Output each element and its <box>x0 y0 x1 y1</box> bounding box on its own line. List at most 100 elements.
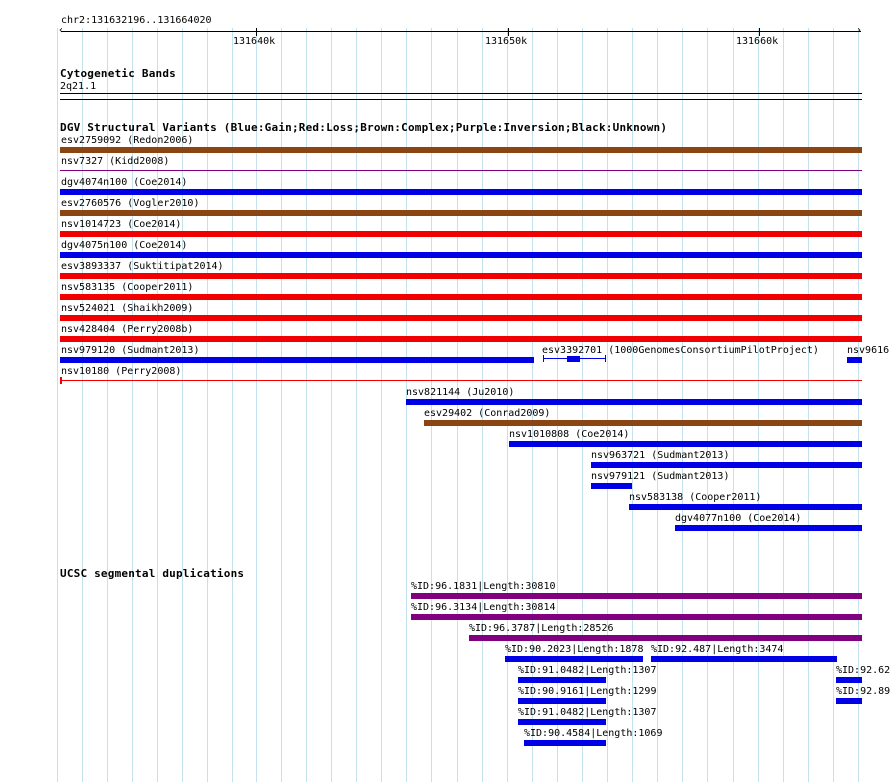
feature-label: %ID:92.62 <box>836 665 890 676</box>
ruler-tick-label: 131660k <box>736 36 779 47</box>
feature-bar[interactable] <box>469 635 862 641</box>
feature-bar[interactable] <box>836 677 862 683</box>
feature-label: nsv1010808 (Coe2014) <box>509 429 630 440</box>
ruler-tick <box>759 28 760 36</box>
grid-line <box>306 28 307 782</box>
feature-label: %ID:92.89 <box>836 686 890 697</box>
track-title: UCSC segmental duplications <box>60 567 245 580</box>
feature-label: nsv963721 (Sudmant2013) <box>591 450 730 461</box>
feature-label: nsv524021 (Shaikh2009) <box>61 303 194 314</box>
grid-line <box>808 28 809 782</box>
feature-bar[interactable] <box>518 698 606 704</box>
ruler-tick <box>256 28 257 36</box>
feature-bar[interactable] <box>543 355 544 362</box>
feature-label: nsv583135 (Cooper2011) <box>61 282 194 293</box>
feature-label: dgv4077n100 (Coe2014) <box>675 513 802 524</box>
feature-label: esv3392701 (1000GenomesConsortiumPilotPr… <box>542 345 819 356</box>
ruler-tick-label: 131640k <box>233 36 276 47</box>
feature-bar[interactable] <box>60 147 862 153</box>
grid-line <box>758 28 759 782</box>
feature-label: nsv979121 (Sudmant2013) <box>591 471 730 482</box>
grid-line <box>507 28 508 782</box>
track-title: DGV Structural Variants (Blue:Gain;Red:L… <box>60 121 668 134</box>
feature-label: %ID:90.9161|Length:1299 <box>518 686 657 697</box>
feature-label: nsv10180 (Perry2008) <box>61 366 182 377</box>
feature-bar[interactable] <box>60 357 534 363</box>
feature-bar[interactable] <box>651 656 837 662</box>
feature-label: nsv428404 (Perry2008b) <box>61 324 194 335</box>
feature-bar[interactable] <box>60 170 862 171</box>
grid-line <box>457 28 458 782</box>
feature-bar[interactable] <box>60 294 862 300</box>
feature-label: %ID:90.2023|Length:1878 <box>505 644 644 655</box>
feature-bar[interactable] <box>60 189 862 195</box>
grid-line <box>232 28 233 782</box>
feature-label: nsv821144 (Ju2010) <box>406 387 515 398</box>
feature-bar[interactable] <box>60 231 862 237</box>
feature-label: nsv979120 (Sudmant2013) <box>61 345 200 356</box>
feature-bar[interactable] <box>518 719 606 725</box>
grid-line <box>482 28 483 782</box>
grid-line <box>57 28 58 782</box>
feature-bar[interactable] <box>836 698 862 704</box>
feature-bar[interactable] <box>518 677 606 683</box>
feature-label: esv3893337 (Suktitipat2014) <box>61 261 224 272</box>
grid-line <box>682 28 683 782</box>
feature-label: esv2760576 (Vogler2010) <box>61 198 200 209</box>
grid-line <box>356 28 357 782</box>
feature-bar[interactable] <box>411 614 862 620</box>
feature-label: esv29402 (Conrad2009) <box>424 408 551 419</box>
feature-bar[interactable] <box>605 355 606 362</box>
grid-line <box>783 28 784 782</box>
track-title: Cytogenetic Bands <box>60 67 176 80</box>
ruler-line <box>61 31 861 32</box>
feature-bar[interactable] <box>567 356 580 362</box>
feature-label: nsv7327 (Kidd2008) <box>61 156 170 167</box>
grid-line <box>733 28 734 782</box>
grid-line <box>256 28 257 782</box>
genome-browser-view: chr2:131632196..131664020 ‹ › 131640k 13… <box>0 0 890 782</box>
ruler-tick-label: 131650k <box>485 36 528 47</box>
band-label: 2q21.1 <box>60 81 97 92</box>
feature-label: dgv4074n100 (Coe2014) <box>61 177 188 188</box>
feature-bar[interactable] <box>406 399 862 405</box>
feature-bar[interactable] <box>847 357 862 363</box>
feature-bar[interactable] <box>411 593 862 599</box>
band-outline-top <box>60 93 862 94</box>
feature-label: %ID:96.1831|Length:30810 <box>411 581 556 592</box>
feature-label: nsv9616 <box>847 345 890 356</box>
feature-label: %ID:92.487|Length:3474 <box>651 644 784 655</box>
feature-bar[interactable] <box>675 525 862 531</box>
grid-line <box>707 28 708 782</box>
feature-label: %ID:91.0482|Length:1307 <box>518 707 657 718</box>
feature-bar[interactable] <box>509 441 862 447</box>
feature-bar[interactable] <box>629 504 862 510</box>
feature-bar[interactable] <box>60 315 862 321</box>
grid-line <box>657 28 658 782</box>
feature-bar[interactable] <box>60 273 862 279</box>
grid-line <box>331 28 332 782</box>
feature-bar[interactable] <box>424 420 862 426</box>
feature-bar[interactable] <box>60 336 862 342</box>
feature-bar[interactable] <box>60 380 862 381</box>
grid-line <box>406 28 407 782</box>
feature-label: nsv1014723 (Coe2014) <box>61 219 182 230</box>
feature-bar[interactable] <box>60 210 862 216</box>
feature-bar[interactable] <box>591 462 862 468</box>
left-arrow-icon: ‹ <box>58 25 65 36</box>
feature-bar[interactable] <box>505 656 643 662</box>
feature-label: %ID:96.3134|Length:30814 <box>411 602 556 613</box>
feature-label: %ID:90.4584|Length:1069 <box>524 728 663 739</box>
grid-line <box>381 28 382 782</box>
feature-bar[interactable] <box>60 252 862 258</box>
ruler-tick <box>508 28 509 36</box>
feature-label: dgv4075n100 (Coe2014) <box>61 240 188 251</box>
right-arrow-icon: › <box>856 25 863 36</box>
grid-line <box>431 28 432 782</box>
feature-label: %ID:91.0482|Length:1307 <box>518 665 657 676</box>
grid-line <box>833 28 834 782</box>
feature-bar[interactable] <box>591 483 632 489</box>
feature-bar[interactable] <box>524 740 606 746</box>
feature-label: %ID:96.3787|Length:28526 <box>469 623 614 634</box>
feature-bar[interactable] <box>60 377 62 384</box>
